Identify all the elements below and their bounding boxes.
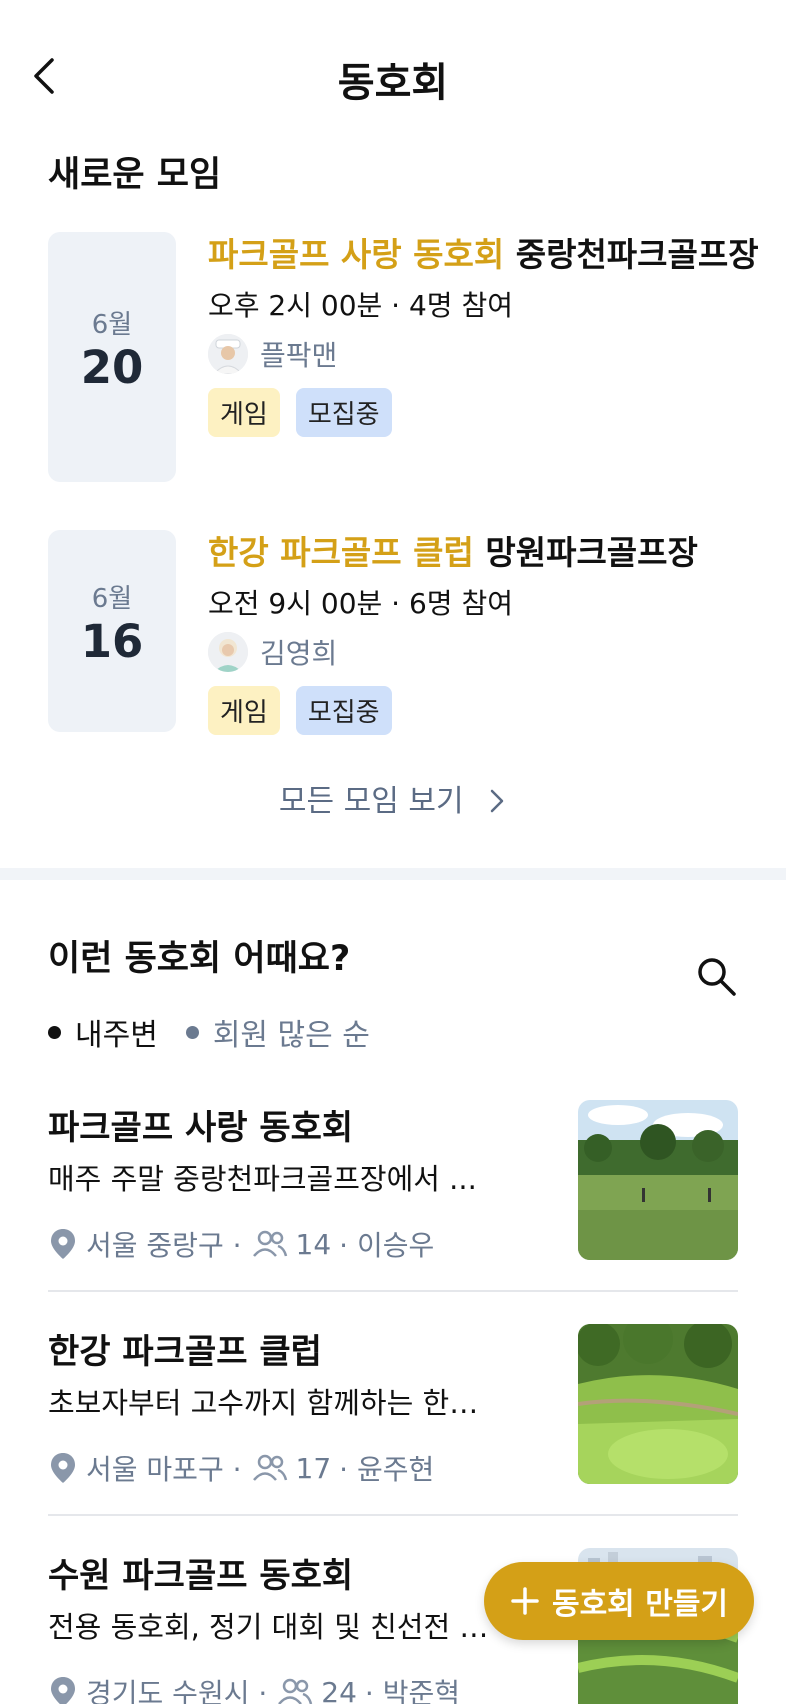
section-title-new-meetings: 새로운 모임 [48, 155, 222, 195]
members-icon [278, 1678, 313, 1704]
meeting-body: 한강 파크골프 클럽 망원파크골프장 오전 9시 00분 · 6명 참여 김영희… [208, 530, 768, 735]
club-member-count: 14 [295, 1227, 332, 1261]
host-name: 플팍맨 [260, 339, 338, 372]
meeting-title: 파크골프 사랑 동호회 중랑천파크골프장 [208, 232, 768, 278]
meeting-time: 오전 9시 00분 · 6명 참여 [208, 587, 513, 620]
club-meta: 서울 마포구 · 17 · 윤주현 [48, 1448, 434, 1488]
club-leader: · 박준혁 [364, 1677, 460, 1704]
avatar [208, 632, 248, 672]
club-member-count: 17 [295, 1451, 332, 1485]
meeting-place: 중랑천파크골프장 [515, 235, 759, 274]
club-member-count: 24 [321, 1675, 357, 1704]
club-thumbnail [578, 1324, 738, 1484]
date-box: 6월 16 [48, 530, 176, 732]
plus-icon [511, 1587, 539, 1615]
list-divider [48, 1514, 738, 1516]
date-month: 6월 [91, 310, 133, 340]
tag-game: 게임 [208, 686, 280, 735]
club-description: 초보자부터 고수까지 함께하는 한강 ... [48, 1386, 498, 1420]
club-description: 매주 주말 중랑천파크골프장에서 ... [48, 1162, 477, 1196]
date-day: 20 [80, 341, 144, 394]
location-pin-icon [51, 1229, 75, 1259]
meeting-card[interactable]: 6월 16 한강 파크골프 클럽 망원파크골프장 오전 9시 00분 · 6명 … [48, 530, 748, 735]
meeting-club: 한강 파크골프 클럽 [208, 533, 474, 572]
meeting-club: 파크골프 사랑 동호회 [208, 235, 505, 274]
see-all-meetings-link[interactable]: 모든 모임 보기 [0, 776, 786, 820]
meeting-title: 한강 파크골프 클럽 망원파크골프장 [208, 530, 768, 576]
bullet-dot [185, 1025, 199, 1039]
meeting-place: 망원파크골프장 [485, 533, 698, 572]
tag-list: 게임 모집중 [208, 388, 768, 437]
section-title-recommend: 이런 동호회 어때요? [48, 939, 351, 979]
meeting-host: 플팍맨 [208, 332, 768, 376]
club-description: 전용 동호회, 정기 대회 및 친선전 운영 [48, 1610, 498, 1644]
tag-list: 게임 모집중 [208, 686, 768, 735]
page-title: 동호회 [337, 60, 449, 106]
filter-label: 회원 많은 순 [212, 1018, 370, 1053]
meeting-time: 오후 2시 00분 · 4명 참여 [208, 289, 513, 322]
club-meta: 서울 중랑구 · 14 · 이승우 [48, 1224, 434, 1264]
meeting-card[interactable]: 6월 20 파크골프 사랑 동호회 중랑천파크골프장 오후 2시 00분 · 4… [48, 232, 759, 482]
tag-recruiting: 모집중 [295, 388, 392, 437]
club-list-item[interactable]: 한강 파크골프 클럽 초보자부터 고수까지 함께하는 한강 ... 서울 마포구… [48, 1324, 738, 1544]
club-thumbnail [578, 1100, 738, 1260]
club-region: 경기도 수원시 · [86, 1677, 268, 1704]
club-name: 파크골프 사랑 동호회 [48, 1108, 354, 1148]
create-club-label: 동호회 만들기 [551, 1587, 729, 1622]
club-name: 한강 파크골프 클럽 [48, 1332, 322, 1372]
club-list-item[interactable]: 파크골프 사랑 동호회 매주 주말 중랑천파크골프장에서 ... 서울 중랑구 … [48, 1100, 738, 1320]
bullet-dot [48, 1025, 61, 1039]
header: 동호회 [0, 0, 786, 150]
club-leader: · 이승우 [339, 1229, 435, 1262]
date-box: 6월 20 [48, 232, 176, 482]
date-month: 6월 [91, 584, 133, 614]
location-pin-icon [51, 1677, 75, 1704]
filter-most-members[interactable]: 회원 많은 순 [185, 1010, 370, 1054]
club-meta: 경기도 수원시 · 24 · 박준혁 [48, 1672, 460, 1704]
filter-nearby[interactable]: 내주변 [48, 1010, 158, 1054]
search-button[interactable] [694, 954, 738, 998]
host-name: 김영희 [260, 637, 338, 670]
club-region: 서울 마포구 · [86, 1453, 242, 1486]
avatar [208, 334, 248, 374]
meeting-body: 파크골프 사랑 동호회 중랑천파크골프장 오후 2시 00분 · 4명 참여 플… [208, 232, 768, 437]
chevron-right-icon [490, 789, 504, 813]
members-icon [252, 1454, 287, 1481]
tag-game: 게임 [208, 388, 280, 437]
club-region: 서울 중랑구 · [86, 1229, 242, 1262]
list-divider [48, 1290, 738, 1292]
search-icon [698, 958, 736, 996]
location-pin-icon [51, 1453, 75, 1483]
filter-label: 내주변 [75, 1018, 158, 1053]
create-club-button[interactable]: 동호회 만들기 [484, 1562, 754, 1640]
tag-recruiting: 모집중 [295, 686, 392, 735]
see-all-label: 모든 모임 보기 [278, 784, 464, 819]
section-divider [0, 868, 786, 880]
members-icon [252, 1230, 287, 1257]
club-leader: · 윤주현 [339, 1453, 435, 1486]
club-name: 수원 파크골프 동호회 [48, 1556, 354, 1596]
date-day: 16 [80, 615, 144, 668]
meeting-host: 김영희 [208, 630, 768, 674]
filter-bar: 내주변 회원 많은 순 [48, 1010, 370, 1054]
